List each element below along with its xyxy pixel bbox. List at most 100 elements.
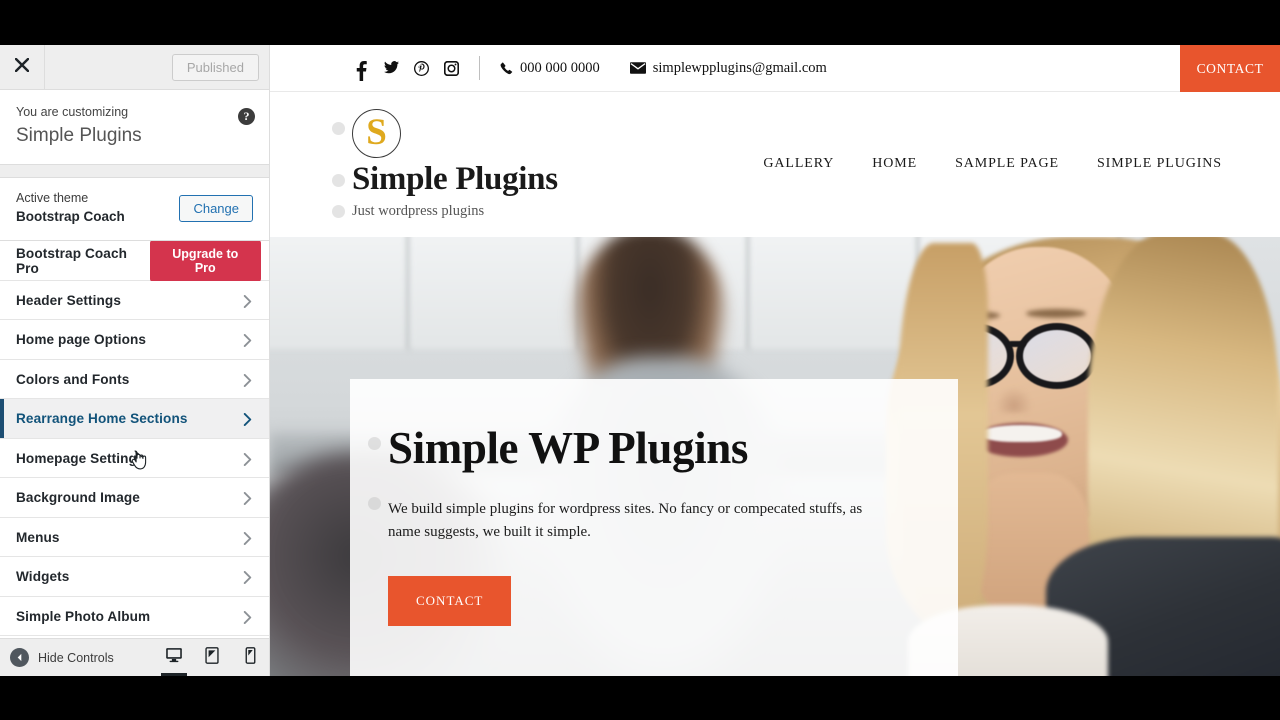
envelope-icon xyxy=(629,62,646,74)
phone-icon xyxy=(500,62,513,75)
email-address: simplewpplugins@gmail.com xyxy=(652,59,827,76)
sidebar-item-rearrange-home-sections[interactable]: Rearrange Home Sections xyxy=(0,399,269,439)
customizer-footer: Hide Controls xyxy=(0,638,269,676)
device-preview-buttons xyxy=(155,639,269,676)
active-theme-label: Active theme xyxy=(16,191,89,205)
sidebar-item-label: Menus xyxy=(16,529,60,545)
sidebar-item-bootstrap-coach-pro[interactable]: Bootstrap Coach Pro Upgrade to Pro xyxy=(0,241,269,282)
chevron-right-icon xyxy=(242,334,253,348)
customizing-site-name: Simple Plugins xyxy=(16,125,142,147)
active-theme-block: Active theme Bootstrap Coach Change xyxy=(0,178,269,242)
woman-eyeglass-bridge xyxy=(1008,341,1026,347)
hero-bg-panel xyxy=(270,237,410,349)
publish-button[interactable]: Published xyxy=(171,53,259,81)
twitter-icon[interactable] xyxy=(384,60,399,76)
chevron-right-icon xyxy=(242,413,253,427)
screen-root: Published You are customizing Simple Plu… xyxy=(0,0,1280,720)
panel-gap-strip xyxy=(0,165,269,178)
close-customizer-button[interactable] xyxy=(0,45,45,89)
site-tagline: Just wordpress plugins xyxy=(352,202,485,219)
sidebar-item-background-image[interactable]: Background Image xyxy=(0,478,269,518)
sidebar-item-label: Background Image xyxy=(16,490,140,506)
sidebar-item-colors-and-fonts[interactable]: Colors and Fonts xyxy=(0,359,269,400)
active-theme-text: Active theme Bootstrap Coach xyxy=(16,190,125,226)
shortcut-edit-hero-title[interactable] xyxy=(368,437,381,450)
logo-letter: S xyxy=(366,111,387,153)
site-logo[interactable]: S xyxy=(352,109,401,159)
letterbox-top xyxy=(0,0,1280,45)
device-desktop-button[interactable] xyxy=(155,639,193,676)
customizer-app: Published You are customizing Simple Plu… xyxy=(0,45,1280,676)
primary-navigation: GALLERY HOME SAMPLE PAGE SIMPLE PLUGINS xyxy=(763,156,1222,174)
topbar-contact-info: 000 000 0000 simplewpplugins@gmail.com xyxy=(500,60,827,77)
email-info[interactable]: simplewpplugins@gmail.com xyxy=(629,59,827,77)
nav-item-sample-page[interactable]: SAMPLE PAGE xyxy=(955,156,1059,172)
sidebar-item-label: Bootstrap Coach Pro xyxy=(16,245,128,276)
shortcut-edit-logo[interactable] xyxy=(332,122,345,135)
header-spacer xyxy=(45,45,172,89)
device-tablet-button[interactable] xyxy=(193,639,231,676)
sidebar-item-label: Homepage Settings xyxy=(16,450,145,466)
sidebar-item-header-settings[interactable]: Header Settings xyxy=(0,280,269,321)
hero-contact-button[interactable]: CONTACT xyxy=(388,575,512,626)
sidebar-item-widgets[interactable]: Widgets xyxy=(0,557,269,597)
woman-teeth xyxy=(980,425,1062,442)
close-icon xyxy=(14,57,30,77)
upgrade-to-pro-button[interactable]: Upgrade to Pro xyxy=(149,241,261,282)
customizer-sidebar: Published You are customizing Simple Plu… xyxy=(0,45,270,676)
tablet-icon xyxy=(205,646,219,669)
woman-brow-right xyxy=(1026,309,1086,318)
site-preview-frame: 000 000 0000 simplewpplugins@gmail.com C… xyxy=(270,45,1280,676)
nav-item-gallery[interactable]: GALLERY xyxy=(763,156,834,172)
letterbox-bottom xyxy=(0,676,1280,720)
site-topbar: 000 000 0000 simplewpplugins@gmail.com C… xyxy=(270,45,1280,92)
mobile-icon xyxy=(245,646,256,669)
site-brandbar: S Simple Plugins Just wordpress plugins … xyxy=(270,92,1280,237)
topbar-contact-button[interactable]: CONTACT xyxy=(1180,45,1280,92)
customizer-header: Published xyxy=(0,45,269,90)
sidebar-item-home-page-options[interactable]: Home page Options xyxy=(0,320,269,360)
chevron-right-icon xyxy=(242,531,253,545)
device-mobile-button[interactable] xyxy=(231,639,269,676)
site-title[interactable]: Simple Plugins xyxy=(352,162,558,198)
phone-info[interactable]: 000 000 0000 xyxy=(500,60,600,77)
woman-eyeglass-right xyxy=(1016,323,1098,389)
customizing-panel-header: You are customizing Simple Plugins ? xyxy=(0,90,269,165)
desktop-icon xyxy=(165,647,183,668)
help-icon[interactable]: ? xyxy=(238,108,255,125)
sidebar-item-simple-photo-album[interactable]: Simple Photo Album xyxy=(0,596,269,637)
sidebar-item-label: Colors and Fonts xyxy=(16,371,130,387)
chevron-right-icon xyxy=(242,610,253,624)
hero-bg-panel xyxy=(410,237,580,349)
facebook-icon[interactable] xyxy=(354,60,369,81)
chevron-right-icon xyxy=(242,492,253,506)
instagram-icon[interactable] xyxy=(443,60,460,76)
sidebar-item-homepage-settings[interactable]: Homepage Settings xyxy=(0,438,269,479)
shortcut-edit-hero-text[interactable] xyxy=(368,497,381,510)
sidebar-item-label: Widgets xyxy=(16,569,70,585)
nav-item-home[interactable]: HOME xyxy=(872,156,917,172)
sidebar-item-label: Home page Options xyxy=(16,332,147,348)
sidebar-item-label: Header Settings xyxy=(16,292,121,308)
phone-number: 000 000 0000 xyxy=(520,59,600,76)
nav-item-simple-plugins[interactable]: SIMPLE PLUGINS xyxy=(1097,156,1222,172)
shortcut-edit-title[interactable] xyxy=(332,174,345,187)
sidebar-item-label: Rearrange Home Sections xyxy=(16,411,188,427)
change-theme-button[interactable]: Change xyxy=(179,194,253,222)
shortcut-edit-tagline[interactable] xyxy=(332,205,345,218)
customizer-menu-list: Bootstrap Coach Pro Upgrade to Pro Header … xyxy=(0,241,269,638)
sidebar-item-menus[interactable]: Menus xyxy=(0,517,269,558)
social-links xyxy=(354,60,460,81)
hide-controls-button[interactable]: Hide Controls xyxy=(10,648,114,667)
active-theme-name: Bootstrap Coach xyxy=(16,208,125,224)
hero-title: Simple WP Plugins xyxy=(388,423,748,473)
hero-description: We build simple plugins for wordpress si… xyxy=(388,501,863,541)
woman-nose xyxy=(996,387,1032,413)
customizing-label: You are customizing xyxy=(16,105,129,119)
chevron-right-icon xyxy=(242,571,253,585)
site-branding[interactable]: S Simple Plugins Just wordpress plugins xyxy=(352,109,558,220)
pinterest-icon[interactable] xyxy=(413,60,430,76)
chevron-right-icon xyxy=(242,373,253,387)
hero-content-card: Simple WP Plugins We build simple plugin… xyxy=(350,379,958,676)
sidebar-item-label: Simple Photo Album xyxy=(16,608,151,624)
